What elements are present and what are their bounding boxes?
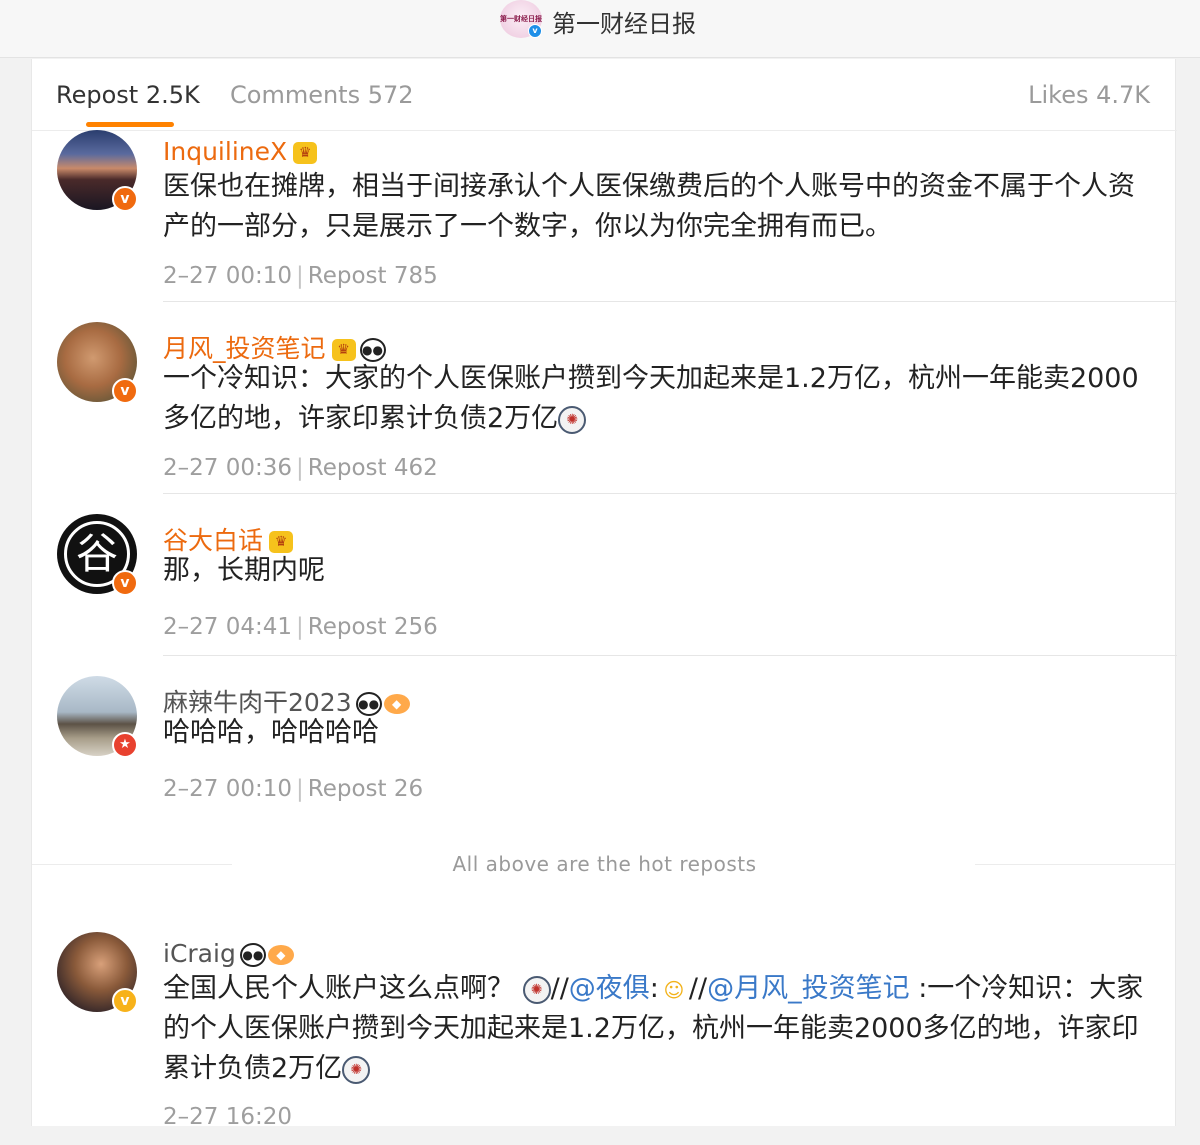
username[interactable]: iCraig ●● ◆: [163, 939, 294, 968]
fish-icon: ◆: [267, 945, 294, 965]
repost-count[interactable]: Repost 26: [308, 776, 423, 802]
username-text: iCraig: [163, 939, 236, 968]
dizzy-face-icon: ✺: [522, 975, 551, 1004]
verified-v-icon: v: [528, 24, 542, 38]
repost-text: 医保也在摊牌，相当于间接承认个人医保缴费后的个人账号中的资金不属于个人资产的一部…: [163, 171, 1135, 242]
dizzy-face-icon: ✺: [558, 405, 587, 434]
top-bar: 第一财经日报 v 第一财经日报: [0, 0, 1200, 58]
username[interactable]: InquilineX ♛: [163, 137, 318, 166]
repost-panel: Repost 2.5K Comments 572 Likes 4.7K v In…: [31, 59, 1177, 1145]
divider: [163, 655, 1177, 656]
repost-text-content: 一个冷知识：大家的个人医保账户攒到今天加起来是1.2万亿，杭州一年能卖2000多…: [163, 363, 1139, 434]
crown-icon: ♛: [269, 531, 294, 553]
tab-bar: Repost 2.5K Comments 572 Likes 4.7K: [32, 59, 1177, 131]
crown-icon: ♛: [293, 142, 318, 164]
bottom-bar: [0, 1126, 1200, 1145]
panda-icon: ●●: [239, 943, 266, 967]
divider: [163, 301, 1177, 302]
active-tab-indicator: [86, 122, 174, 127]
repost-count[interactable]: Repost 256: [308, 614, 438, 640]
crown-icon: ♛: [331, 339, 356, 361]
repost-meta: 2–27 04:41 | Repost 256: [163, 614, 438, 640]
repost-meta: 2–27 00:36 | Repost 462: [163, 455, 438, 481]
timestamp: 2–27 04:41: [163, 614, 292, 640]
repost-meta: 2–27 00:10 | Repost 785: [163, 263, 438, 289]
repost-count[interactable]: Repost 785: [308, 263, 438, 289]
repost-text: 一个冷知识：大家的个人医保账户攒到今天加起来是1.2万亿，杭州一年能卖2000多…: [163, 359, 1153, 439]
avatar-mini-text: 第一财经日报: [500, 15, 542, 23]
shrug-icon: ☺: [663, 977, 685, 1002]
verified-v-icon: v: [112, 570, 138, 596]
tab-repost[interactable]: Repost 2.5K: [56, 81, 200, 109]
verified-v-icon: v: [112, 988, 138, 1014]
username-text: InquilineX: [163, 137, 288, 166]
timestamp: 2–27 00:36: [163, 455, 292, 481]
repost-text: 那，长期内呢: [163, 555, 325, 586]
account-name[interactable]: 第一财经日报: [552, 4, 696, 39]
divider: [975, 864, 1175, 865]
repost-separator: //: [550, 973, 569, 1004]
mention-link[interactable]: @月风_投资笔记: [707, 973, 910, 1004]
tab-comments[interactable]: Comments 572: [230, 81, 414, 109]
repost-text: 全国人民个人账户这么点啊？ ✺//@夜俱: ☺//@月风_投资笔记 :一个冷知识：…: [163, 969, 1153, 1089]
star-badge-icon: ★: [112, 732, 138, 758]
dizzy-face-icon: ✺: [342, 1055, 371, 1084]
repost-meta: 2–27 00:10 | Repost 26: [163, 776, 424, 802]
mention-colon: :: [649, 973, 659, 1004]
repost-separator: //: [688, 973, 708, 1004]
repost-count[interactable]: Repost 462: [308, 455, 438, 481]
verified-v-icon: v: [112, 378, 138, 404]
fish-icon: ◆: [383, 694, 410, 714]
mention-link[interactable]: @夜俱: [569, 973, 650, 1004]
repost-text: 哈哈哈，哈哈哈哈: [163, 717, 379, 748]
divider: [163, 493, 1177, 494]
verified-v-icon: v: [112, 186, 138, 212]
timestamp: 2–27 00:10: [163, 776, 292, 802]
repost-text-content: 全国人民个人账户这么点啊？: [163, 973, 514, 1004]
tab-likes[interactable]: Likes 4.7K: [1028, 81, 1150, 109]
timestamp: 2–27 00:10: [163, 263, 292, 289]
